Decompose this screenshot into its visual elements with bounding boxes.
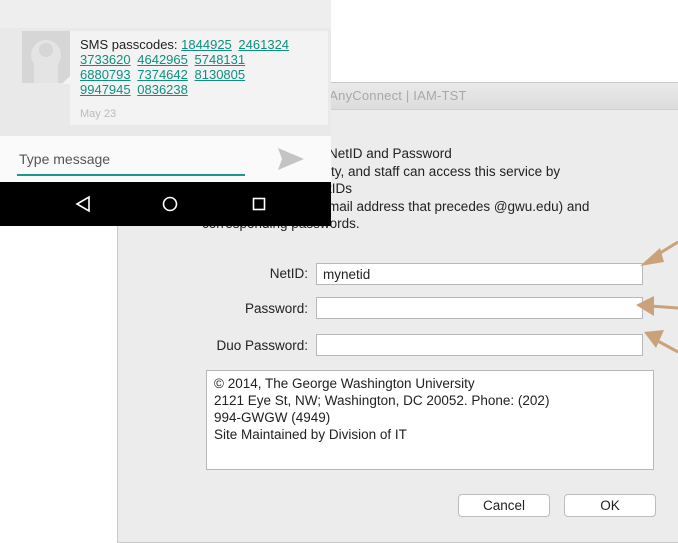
cancel-button[interactable]: Cancel <box>458 494 550 517</box>
passcode-link[interactable]: 2461324 <box>238 37 289 52</box>
message-thread: SMS passcodes: 1844925 2461324 3733620 4… <box>0 28 331 136</box>
annotation-arrow-icon <box>636 296 678 316</box>
copyright-info-box: © 2014, The George Washington University… <box>206 370 654 470</box>
passcode-link[interactable]: 6880793 <box>80 67 131 82</box>
password-label: Password: <box>244 301 308 316</box>
bubble-tail <box>62 76 70 84</box>
info-line: 994-GWGW (4949) <box>214 410 331 425</box>
home-circle-icon[interactable] <box>140 182 200 226</box>
passcode-link[interactable]: 7374642 <box>137 67 188 82</box>
android-nav-bar <box>0 182 331 226</box>
info-line: 2121 Eye St, NW; Washington, DC 20052. P… <box>214 393 550 408</box>
password-input[interactable] <box>316 297 643 319</box>
duo-password-label: Duo Password: <box>216 338 308 353</box>
netid-label: NetID: <box>269 266 308 281</box>
passcode-link[interactable]: 5748131 <box>195 52 246 67</box>
message-input[interactable]: Type message <box>19 151 110 167</box>
passcode-link[interactable]: 3733620 <box>80 52 131 67</box>
back-triangle-icon[interactable] <box>54 182 114 226</box>
passcode-link[interactable]: 9947945 <box>80 82 131 97</box>
annotation-arrow-icon <box>640 240 678 266</box>
passcode-link[interactable]: 1844925 <box>181 37 232 52</box>
message-composer: Type message <box>0 136 331 182</box>
message-input-underline <box>17 174 245 176</box>
ok-button[interactable]: OK <box>564 494 656 517</box>
info-line: © 2014, The George Washington University <box>214 376 475 391</box>
sms-text: SMS passcodes: 1844925 2461324 3733620 4… <box>80 37 325 97</box>
sms-prefix: SMS passcodes: <box>80 37 178 52</box>
info-line: Site Maintained by Division of IT <box>214 427 407 442</box>
phone-top-bar <box>0 0 331 28</box>
netid-input[interactable] <box>316 263 643 285</box>
annotation-arrow-icon <box>644 330 678 354</box>
message-date: May 23 <box>80 108 117 120</box>
duo-password-input[interactable] <box>316 334 643 356</box>
send-icon[interactable] <box>278 148 304 170</box>
passcode-link[interactable]: 0836238 <box>137 82 188 97</box>
passcode-link[interactable]: 8130805 <box>195 67 246 82</box>
phone-sms-screen: SMS passcodes: 1844925 2461324 3733620 4… <box>0 0 331 226</box>
recents-square-icon[interactable] <box>229 182 289 226</box>
passcode-link[interactable]: 4642965 <box>137 52 188 67</box>
